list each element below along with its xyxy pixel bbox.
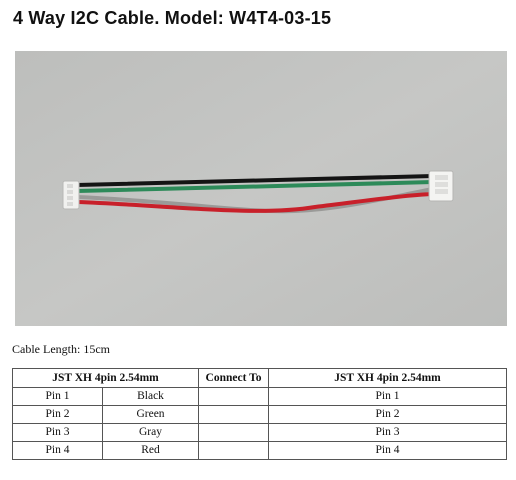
target-pin-cell: Pin 4 — [268, 441, 508, 460]
pin-cell: Pin 1 — [12, 387, 103, 406]
header-connect-to: Connect To — [198, 368, 270, 388]
pin-cell: Pin 3 — [12, 423, 103, 442]
wire-color-cell: Gray — [101, 423, 200, 442]
wire-color-cell: Black — [101, 387, 200, 406]
wire-color-cell: Red — [101, 441, 200, 460]
header-right-connector: JST XH 4pin 2.54mm — [268, 368, 508, 388]
target-pin-cell: Pin 1 — [268, 387, 508, 406]
cable-illustration — [15, 51, 507, 326]
table-header-row: JST XH 4pin 2.54mm Connect To JST XH 4pi… — [11, 368, 508, 388]
pin-cell: Pin 2 — [12, 405, 103, 424]
target-pin-cell: Pin 3 — [268, 423, 508, 442]
right-connector — [428, 170, 454, 202]
connect-cell — [198, 387, 270, 406]
table-row: Pin 1 Black Pin 1 — [12, 387, 508, 406]
pin-cell: Pin 4 — [12, 441, 103, 460]
wire-color-cell: Green — [101, 405, 200, 424]
target-pin-cell: Pin 2 — [268, 405, 508, 424]
cable-photo — [15, 51, 507, 326]
left-connector — [62, 180, 80, 210]
table-row: Pin 2 Green Pin 2 — [12, 405, 508, 424]
connect-cell — [198, 405, 270, 424]
cable-length-text: Cable Length: 15cm — [12, 342, 110, 356]
table-row: Pin 4 Red Pin 4 — [12, 441, 508, 460]
pinout-table: JST XH 4pin 2.54mm Connect To JST XH 4pi… — [11, 368, 508, 460]
page-title: 4 Way I2C Cable. Model: W4T4-03-15 — [13, 8, 332, 28]
table-row: Pin 3 Gray Pin 3 — [12, 423, 508, 442]
connect-cell — [198, 423, 270, 442]
header-left-connector: JST XH 4pin 2.54mm — [11, 368, 200, 388]
connect-cell — [198, 441, 270, 460]
